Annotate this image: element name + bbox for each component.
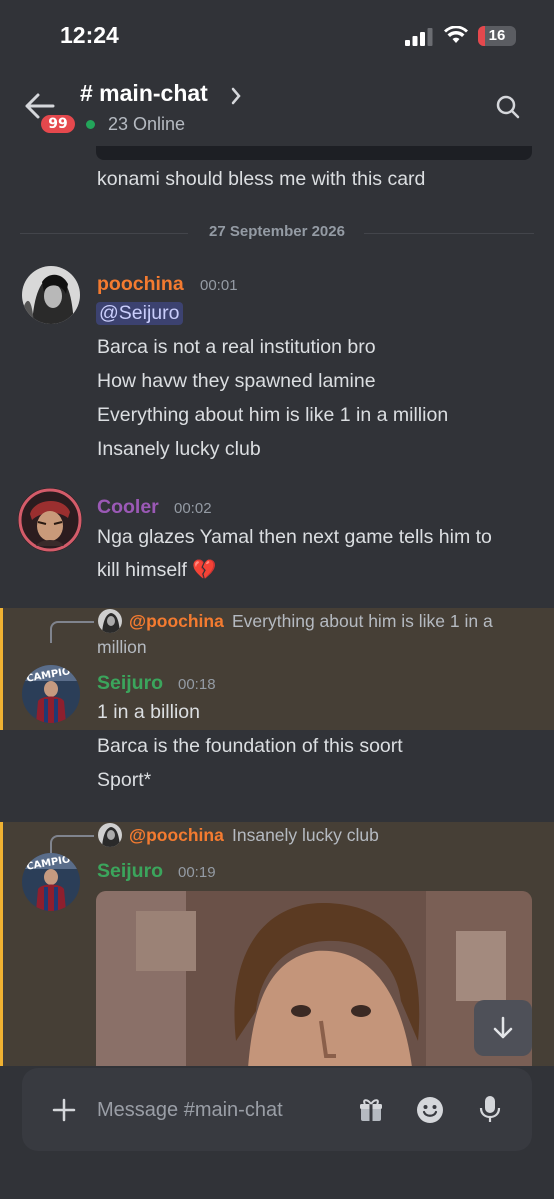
- battery-level: 16: [488, 27, 506, 44]
- battery-indicator: 16: [478, 26, 516, 46]
- signal-icon: [405, 28, 433, 46]
- avatar-seijuro[interactable]: CAMPIO: [22, 665, 80, 723]
- message-text: Nga glazes Yamal then next game tells hi…: [97, 526, 492, 548]
- message-text: Everything about him is like 1 in a mill…: [97, 404, 449, 426]
- message-text: Sport*: [97, 769, 152, 791]
- image-attachment[interactable]: [96, 891, 532, 1066]
- status-bar: 12:24 16: [0, 0, 554, 72]
- arrow-down-icon: [493, 1016, 513, 1039]
- message-text: 1 in a billion: [97, 701, 200, 723]
- online-count: 23 Online: [108, 114, 186, 134]
- user-mention[interactable]: @Seijuro: [96, 302, 183, 325]
- plus-icon[interactable]: [52, 1098, 76, 1122]
- message-timestamp: 00:01: [200, 277, 238, 294]
- avatar-cooler[interactable]: [18, 488, 82, 552]
- username-seijuro[interactable]: Seijuro: [97, 672, 163, 695]
- avatar-poochina[interactable]: [22, 266, 80, 324]
- mention-highlight-bar: [0, 822, 3, 1066]
- microphone-icon[interactable]: [479, 1095, 501, 1123]
- reply-username[interactable]: @poochina: [129, 611, 224, 632]
- message-text: Barca is the foundation of this soort: [97, 735, 403, 757]
- message-timestamp: 00:19: [178, 864, 216, 881]
- message-text: How havw they spawned lamine: [97, 370, 376, 392]
- message-timestamp: 00:18: [178, 676, 216, 693]
- username-seijuro[interactable]: Seijuro: [97, 860, 163, 883]
- message-input[interactable]: [97, 1095, 337, 1125]
- search-icon[interactable]: [495, 94, 521, 120]
- username-cooler[interactable]: Cooler: [97, 496, 159, 519]
- gift-icon[interactable]: [358, 1097, 384, 1123]
- online-status-dot: [86, 120, 95, 129]
- reply-preview-text[interactable]: Insanely lucky club: [232, 825, 379, 846]
- previous-image-attachment[interactable]: [96, 146, 532, 160]
- chevron-right-icon[interactable]: [230, 87, 242, 105]
- mention-highlight-bar: [0, 608, 3, 730]
- message-text: Barca is not a real institution bro: [97, 336, 376, 358]
- message-timestamp: 00:02: [174, 500, 212, 517]
- reply-connector: [50, 621, 94, 643]
- wifi-icon: [444, 26, 468, 43]
- reply-preview-text[interactable]: million: [97, 637, 147, 658]
- jump-to-latest-button[interactable]: [474, 1000, 532, 1056]
- date-divider-text: 27 September 2026: [209, 223, 345, 240]
- unread-badge: 99: [38, 112, 78, 136]
- reply-username[interactable]: @poochina: [129, 825, 224, 846]
- avatar-seijuro[interactable]: CAMPIO: [22, 853, 80, 911]
- emoji-icon[interactable]: [416, 1096, 444, 1124]
- reply-avatar: [98, 609, 122, 633]
- message-text: konami should bless me with this card: [97, 168, 426, 190]
- date-divider: 27 September 2026: [20, 222, 534, 246]
- message-composer: [22, 1068, 532, 1151]
- message-text: kill himself 💔: [97, 559, 217, 581]
- username-poochina[interactable]: poochina: [97, 273, 184, 296]
- channel-header: 99 # main-chat 23 Online: [0, 72, 554, 146]
- reply-avatar: [98, 823, 122, 847]
- message-text: Insanely lucky club: [97, 438, 261, 460]
- message-list[interactable]: konami should bless me with this card 27…: [0, 146, 554, 1066]
- channel-title[interactable]: # main-chat: [80, 80, 208, 107]
- status-time: 12:24: [60, 22, 119, 48]
- reply-preview-text[interactable]: Everything about him is like 1 in a: [232, 611, 493, 632]
